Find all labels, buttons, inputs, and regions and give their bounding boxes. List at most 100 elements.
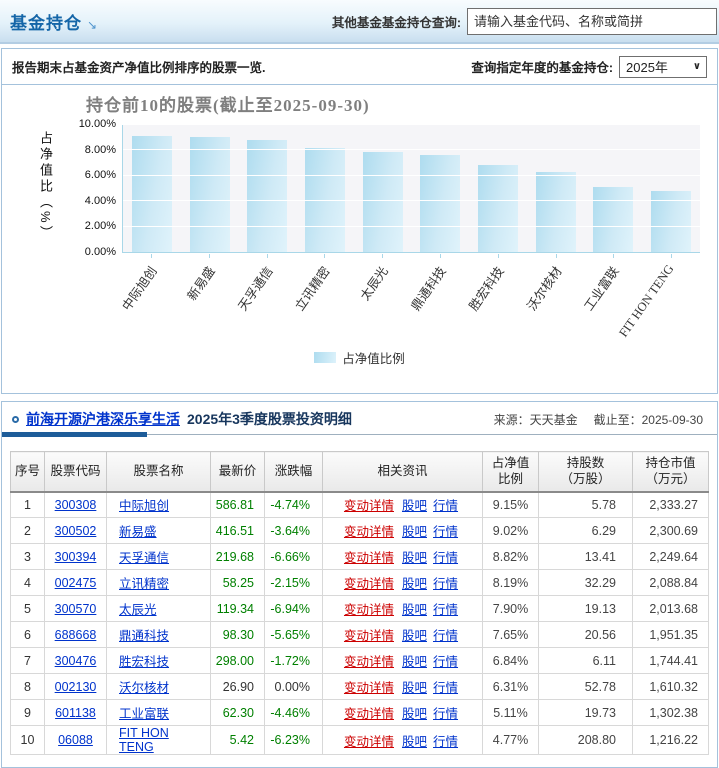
change-detail-link[interactable]: 变动详情 [344,551,394,565]
stock-code-link[interactable]: 002475 [55,576,97,590]
gridline [123,124,700,125]
change-detail-link[interactable]: 变动详情 [344,525,394,539]
stock-code-cell: 300476 [44,647,107,674]
quote-link[interactable]: 行情 [433,629,458,643]
guba-link[interactable]: 股吧 [402,499,427,513]
stock-code-link[interactable]: 300570 [55,602,97,616]
stock-name-link[interactable]: 新易盛 [119,525,157,539]
chevron-down-icon: ∨ [692,61,701,72]
plot-area [122,124,700,253]
year-select[interactable]: 2025年 ∨ [619,55,707,78]
quote-link[interactable]: 行情 [433,655,458,669]
quote-link[interactable]: 行情 [433,525,458,539]
change-percent: -6.94% [264,595,323,622]
related-info-cell: 变动详情 股吧 行情 [322,699,483,726]
guba-link[interactable]: 股吧 [402,551,427,565]
x-tick [555,254,557,258]
shares-held: 13.41 [538,543,633,570]
latest-price: 119.34 [210,595,265,622]
holding-bar[interactable] [420,154,461,252]
change-detail-link[interactable]: 变动详情 [344,577,394,591]
stock-code-link[interactable]: 06088 [58,733,93,747]
net-value-ratio: 5.11% [482,699,539,726]
holding-bar[interactable] [362,151,403,252]
stock-code-link[interactable]: 300394 [55,550,97,564]
position-value: 2,088.84 [632,569,709,596]
holding-bar[interactable] [247,140,288,252]
net-value-ratio: 7.90% [482,595,539,622]
latest-price: 298.00 [210,647,265,674]
page-header: 基金持仓 ↘ 其他基金基金持仓查询: [0,0,719,44]
holding-bar[interactable] [477,165,518,252]
other-fund-search-label: 其他基金基金持仓查询: [331,15,461,30]
gridline [123,200,700,202]
column-header: 股票代码 [44,451,107,493]
row-number: 10 [10,725,45,755]
column-header: 占净值 比例 [482,451,539,493]
guba-link[interactable]: 股吧 [402,577,427,591]
fund-name-link[interactable]: 前海开源沪港深乐享生活 [26,409,180,429]
change-detail-link[interactable]: 变动详情 [344,681,394,695]
guba-link[interactable]: 股吧 [402,655,427,669]
stock-code-link[interactable]: 688668 [55,628,97,642]
stock-name-link[interactable]: 中际旭创 [119,499,169,513]
quote-link[interactable]: 行情 [433,577,458,591]
latest-price: 62.30 [210,699,265,726]
guba-link[interactable]: 股吧 [402,603,427,617]
quote-link[interactable]: 行情 [433,551,458,565]
quote-link[interactable]: 行情 [433,681,458,695]
gridline [123,174,700,176]
related-info-cell: 变动详情 股吧 行情 [322,725,483,755]
holding-bar[interactable] [189,137,230,252]
quote-link[interactable]: 行情 [433,603,458,617]
change-detail-link[interactable]: 变动详情 [344,707,394,721]
quote-link[interactable]: 行情 [433,735,458,749]
row-number: 5 [10,595,45,622]
quote-link[interactable]: 行情 [433,499,458,513]
related-info-cell: 变动详情 股吧 行情 [322,595,483,622]
stock-code-link[interactable]: 601138 [55,706,96,720]
guba-link[interactable]: 股吧 [402,681,427,695]
column-header: 股票名称 [106,451,211,493]
guba-link[interactable]: 股吧 [402,629,427,643]
table-row: 2 300502 新易盛 416.51 -3.64% 变动详情 股吧 行情 9.02% 6.29 2… [10,517,709,544]
gridline [123,149,700,151]
guba-link[interactable]: 股吧 [402,735,427,749]
change-detail-link[interactable]: 变动详情 [344,499,394,513]
stock-code-link[interactable]: 300476 [55,654,97,668]
row-number: 1 [10,491,45,518]
change-detail-link[interactable]: 变动详情 [344,603,394,617]
stock-name-link[interactable]: 立讯精密 [119,577,169,591]
stock-name-link[interactable]: 鼎通科技 [119,629,169,643]
stock-name-link[interactable]: 太辰光 [119,603,157,617]
holding-bar[interactable] [535,171,576,252]
stock-name-link[interactable]: FIT HON TENG [119,726,169,754]
holding-bar[interactable] [593,187,634,252]
expand-arrow-icon[interactable]: ↘ [87,18,97,34]
change-detail-link[interactable]: 变动详情 [344,629,394,643]
change-detail-link[interactable]: 变动详情 [344,735,394,749]
guba-link[interactable]: 股吧 [402,707,427,721]
stock-name-link[interactable]: 工业富联 [119,707,169,721]
x-tick [671,254,673,258]
guba-link[interactable]: 股吧 [402,525,427,539]
stock-code-link[interactable]: 300502 [55,524,97,538]
stock-name-link[interactable]: 胜宏科技 [119,655,169,669]
stock-code-link[interactable]: 002130 [55,680,97,694]
top10-holdings-chart: 持仓前10的股票(截止至2025-09-30) 占净值比（%） 占净值比例 0.… [2,85,717,393]
report-description: 报告期末占基金资产净值比例排序的股票一览. [12,61,266,75]
bars-container [123,125,700,252]
change-detail-link[interactable]: 变动详情 [344,655,394,669]
position-value: 1,744.41 [632,647,709,674]
stock-name-link[interactable]: 沃尔核材 [119,681,169,695]
fund-search-input[interactable] [467,7,717,35]
row-number: 9 [10,699,45,726]
quote-link[interactable]: 行情 [433,707,458,721]
x-tick [439,254,441,258]
table-row: 3 300394 天孚通信 219.68 -6.66% 变动详情 股吧 行情 8.82% 13.4… [10,543,709,570]
position-value: 2,300.69 [632,517,709,544]
stock-code-link[interactable]: 300308 [55,498,97,512]
holding-bar[interactable] [131,135,172,252]
stock-name-link[interactable]: 天孚通信 [119,551,169,565]
latest-price: 58.25 [210,569,265,596]
